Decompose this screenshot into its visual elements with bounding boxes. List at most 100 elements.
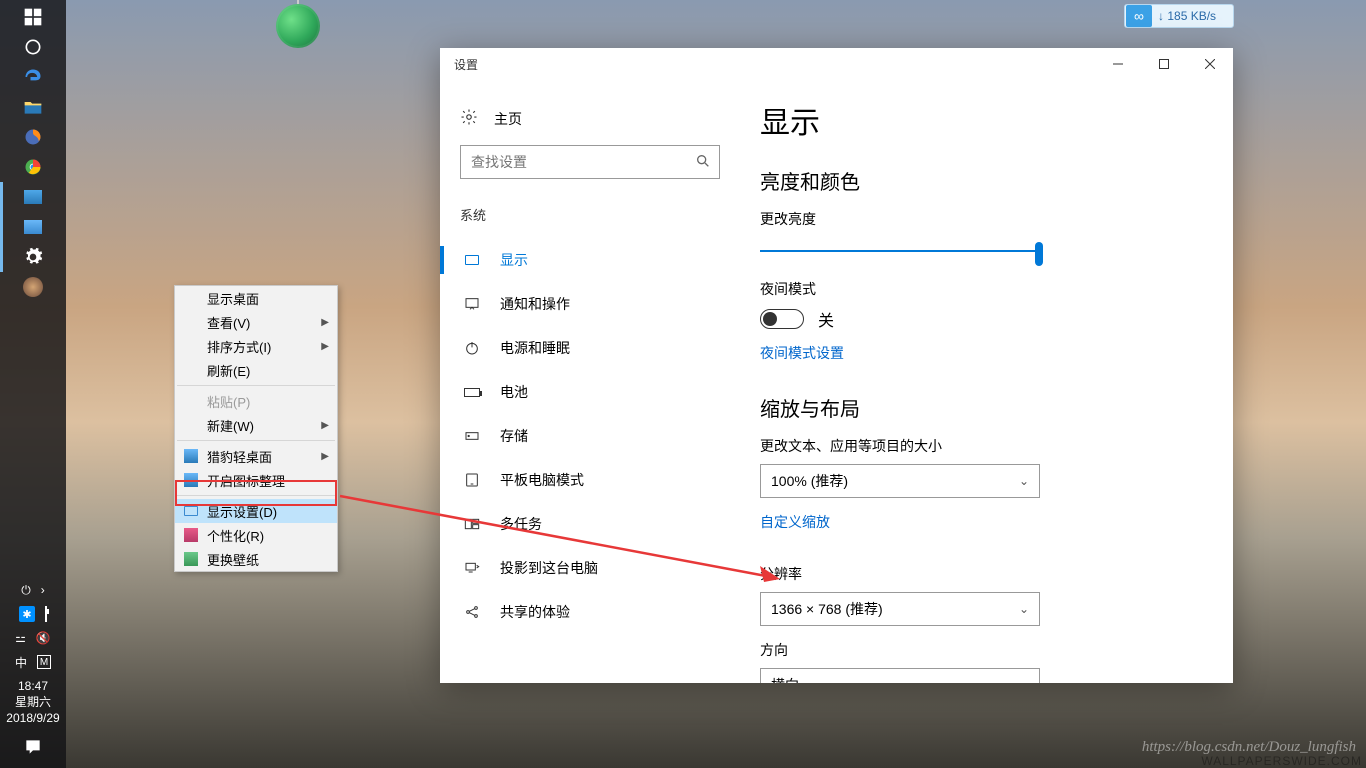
- custom-scale-link[interactable]: 自定义缩放: [760, 512, 830, 532]
- night-mode-link[interactable]: 夜间模式设置: [760, 343, 844, 363]
- settings-taskbar-icon[interactable]: [0, 242, 66, 272]
- wifi-icon[interactable]: ⚍: [15, 631, 26, 645]
- volume-icon[interactable]: 🔇: [36, 631, 51, 645]
- separator: [177, 440, 335, 441]
- scale-label: 更改文本、应用等项目的大小: [760, 436, 1195, 456]
- chevron-down-icon: ⌄: [1019, 602, 1029, 616]
- nav-power[interactable]: 电源和睡眠: [460, 326, 720, 370]
- personalize-icon: [183, 527, 199, 543]
- titlebar[interactable]: 设置: [440, 48, 1233, 80]
- ime-row[interactable]: 中M: [0, 650, 66, 674]
- storage-icon: [462, 428, 482, 444]
- ctx-liebao[interactable]: 猎豹轻桌面▶: [175, 444, 337, 468]
- ctx-icon-arrange[interactable]: 开启图标整理: [175, 468, 337, 492]
- nav-home[interactable]: 主页: [460, 108, 720, 129]
- network-speed-widget[interactable]: ∞ ↓ 185 KB/s: [1124, 4, 1234, 28]
- ime-mode[interactable]: M: [37, 655, 51, 669]
- tray-row-1[interactable]: ⏻›: [0, 578, 66, 602]
- nav-notifications[interactable]: 通知和操作: [460, 282, 720, 326]
- nav-battery[interactable]: 电池: [460, 370, 720, 414]
- night-mode-label: 夜间模式: [760, 279, 1195, 299]
- tray-row-2[interactable]: ✱: [0, 602, 66, 626]
- nav-storage[interactable]: 存储: [460, 414, 720, 458]
- power-icon[interactable]: ⏻: [21, 583, 31, 598]
- toggle-state: 关: [818, 307, 834, 331]
- app-icon-2[interactable]: [0, 212, 66, 242]
- resolution-select[interactable]: 1366 × 768 (推荐)⌄: [760, 592, 1040, 626]
- start-button[interactable]: [0, 2, 66, 32]
- clock-day: 星期六: [6, 694, 59, 710]
- user-avatar-icon[interactable]: [0, 272, 66, 302]
- ctx-personalize[interactable]: 个性化(R): [175, 523, 337, 547]
- share-icon: [462, 604, 482, 620]
- tray-row-3[interactable]: ⚍🔇: [0, 626, 66, 650]
- tray-app-icon[interactable]: ✱: [19, 606, 35, 622]
- ctx-sort[interactable]: 排序方式(I)▶: [175, 334, 337, 358]
- nav-section-label: 系统: [460, 205, 720, 224]
- app-icon-1[interactable]: [0, 182, 66, 212]
- project-icon: [462, 560, 482, 576]
- nav-project[interactable]: 投影到这台电脑: [460, 546, 720, 590]
- chrome-icon[interactable]: [0, 152, 66, 182]
- battery-icon[interactable]: [45, 607, 47, 621]
- settings-nav: 主页 系统 显示 通知和操作 电源和睡眠 电池 存储 平板电脑模式 多任务 投影…: [440, 80, 740, 683]
- download-arrow-icon: ↓: [1158, 9, 1164, 23]
- maximize-button[interactable]: [1141, 48, 1187, 80]
- clock-date: 2018/9/29: [6, 710, 59, 726]
- ctx-display-settings[interactable]: 显示设置(D): [175, 499, 337, 523]
- minimize-button[interactable]: [1095, 48, 1141, 80]
- desktop-context-menu: 显示桌面 查看(V)▶ 排序方式(I)▶ 刷新(E) 粘贴(P) 新建(W)▶ …: [174, 285, 338, 572]
- grid-icon: [183, 472, 199, 488]
- ctx-view[interactable]: 查看(V)▶: [175, 310, 337, 334]
- search-input[interactable]: [461, 146, 719, 178]
- nav-display[interactable]: 显示: [460, 238, 720, 282]
- separator: [177, 385, 335, 386]
- orientation-label: 方向: [760, 640, 1195, 660]
- nav-shared[interactable]: 共享的体验: [460, 590, 720, 634]
- ctx-wallpaper[interactable]: 更换壁纸: [175, 547, 337, 571]
- section-scale: 缩放与布局: [760, 393, 1195, 422]
- firefox-icon[interactable]: [0, 122, 66, 152]
- edge-icon[interactable]: [0, 62, 66, 92]
- brightness-slider[interactable]: [760, 237, 1040, 265]
- ctx-refresh[interactable]: 刷新(E): [175, 358, 337, 382]
- nav-tablet[interactable]: 平板电脑模式: [460, 458, 720, 502]
- chevron-down-icon: ⌄: [1019, 678, 1029, 683]
- multitask-icon: [462, 516, 482, 532]
- desktop[interactable]: ∞ ↓ 185 KB/s ⏻› ✱ ⚍🔇 中M 18:47 星期六: [0, 0, 1366, 768]
- orientation-select[interactable]: 横向⌄: [760, 668, 1040, 683]
- widget-logo-icon: ∞: [1126, 5, 1152, 27]
- slider-thumb[interactable]: [1035, 242, 1043, 266]
- settings-window: 设置 主页 系统 显示 通知和操作 电源和睡眠: [440, 48, 1233, 683]
- wallpaper-icon: [183, 551, 199, 567]
- close-button[interactable]: [1187, 48, 1233, 80]
- scale-select[interactable]: 100% (推荐)⌄: [760, 464, 1040, 498]
- globe-decoration: [276, 4, 320, 48]
- night-mode-toggle[interactable]: [760, 309, 804, 329]
- action-center-icon[interactable]: [0, 732, 66, 762]
- nav-home-label: 主页: [494, 109, 522, 129]
- toggle-knob: [763, 312, 777, 326]
- notification-icon: [462, 296, 482, 312]
- explorer-icon[interactable]: [0, 92, 66, 122]
- power-icon: [462, 340, 482, 356]
- ctx-show-desktop[interactable]: 显示桌面: [175, 286, 337, 310]
- settings-search[interactable]: [460, 145, 720, 179]
- liebao-icon: [183, 448, 199, 464]
- chevron-right-icon: ▶: [321, 341, 329, 352]
- display-icon: [462, 255, 482, 265]
- ctx-new[interactable]: 新建(W)▶: [175, 413, 337, 437]
- chevron-right-icon[interactable]: ›: [41, 583, 45, 597]
- taskbar-clock[interactable]: 18:47 星期六 2018/9/29: [6, 678, 59, 726]
- cortana-icon[interactable]: [0, 32, 66, 62]
- window-title: 设置: [454, 56, 478, 73]
- section-brightness: 亮度和颜色: [760, 166, 1195, 195]
- taskbar: ⏻› ✱ ⚍🔇 中M 18:47 星期六 2018/9/29: [0, 0, 66, 768]
- gear-icon: [460, 108, 478, 129]
- ime-indicator[interactable]: 中: [15, 654, 27, 671]
- nav-multitask[interactable]: 多任务: [460, 502, 720, 546]
- battery-icon: [462, 388, 482, 397]
- brightness-label: 更改亮度: [760, 209, 1195, 229]
- clock-time: 18:47: [6, 678, 59, 694]
- chevron-down-icon: ⌄: [1019, 474, 1029, 488]
